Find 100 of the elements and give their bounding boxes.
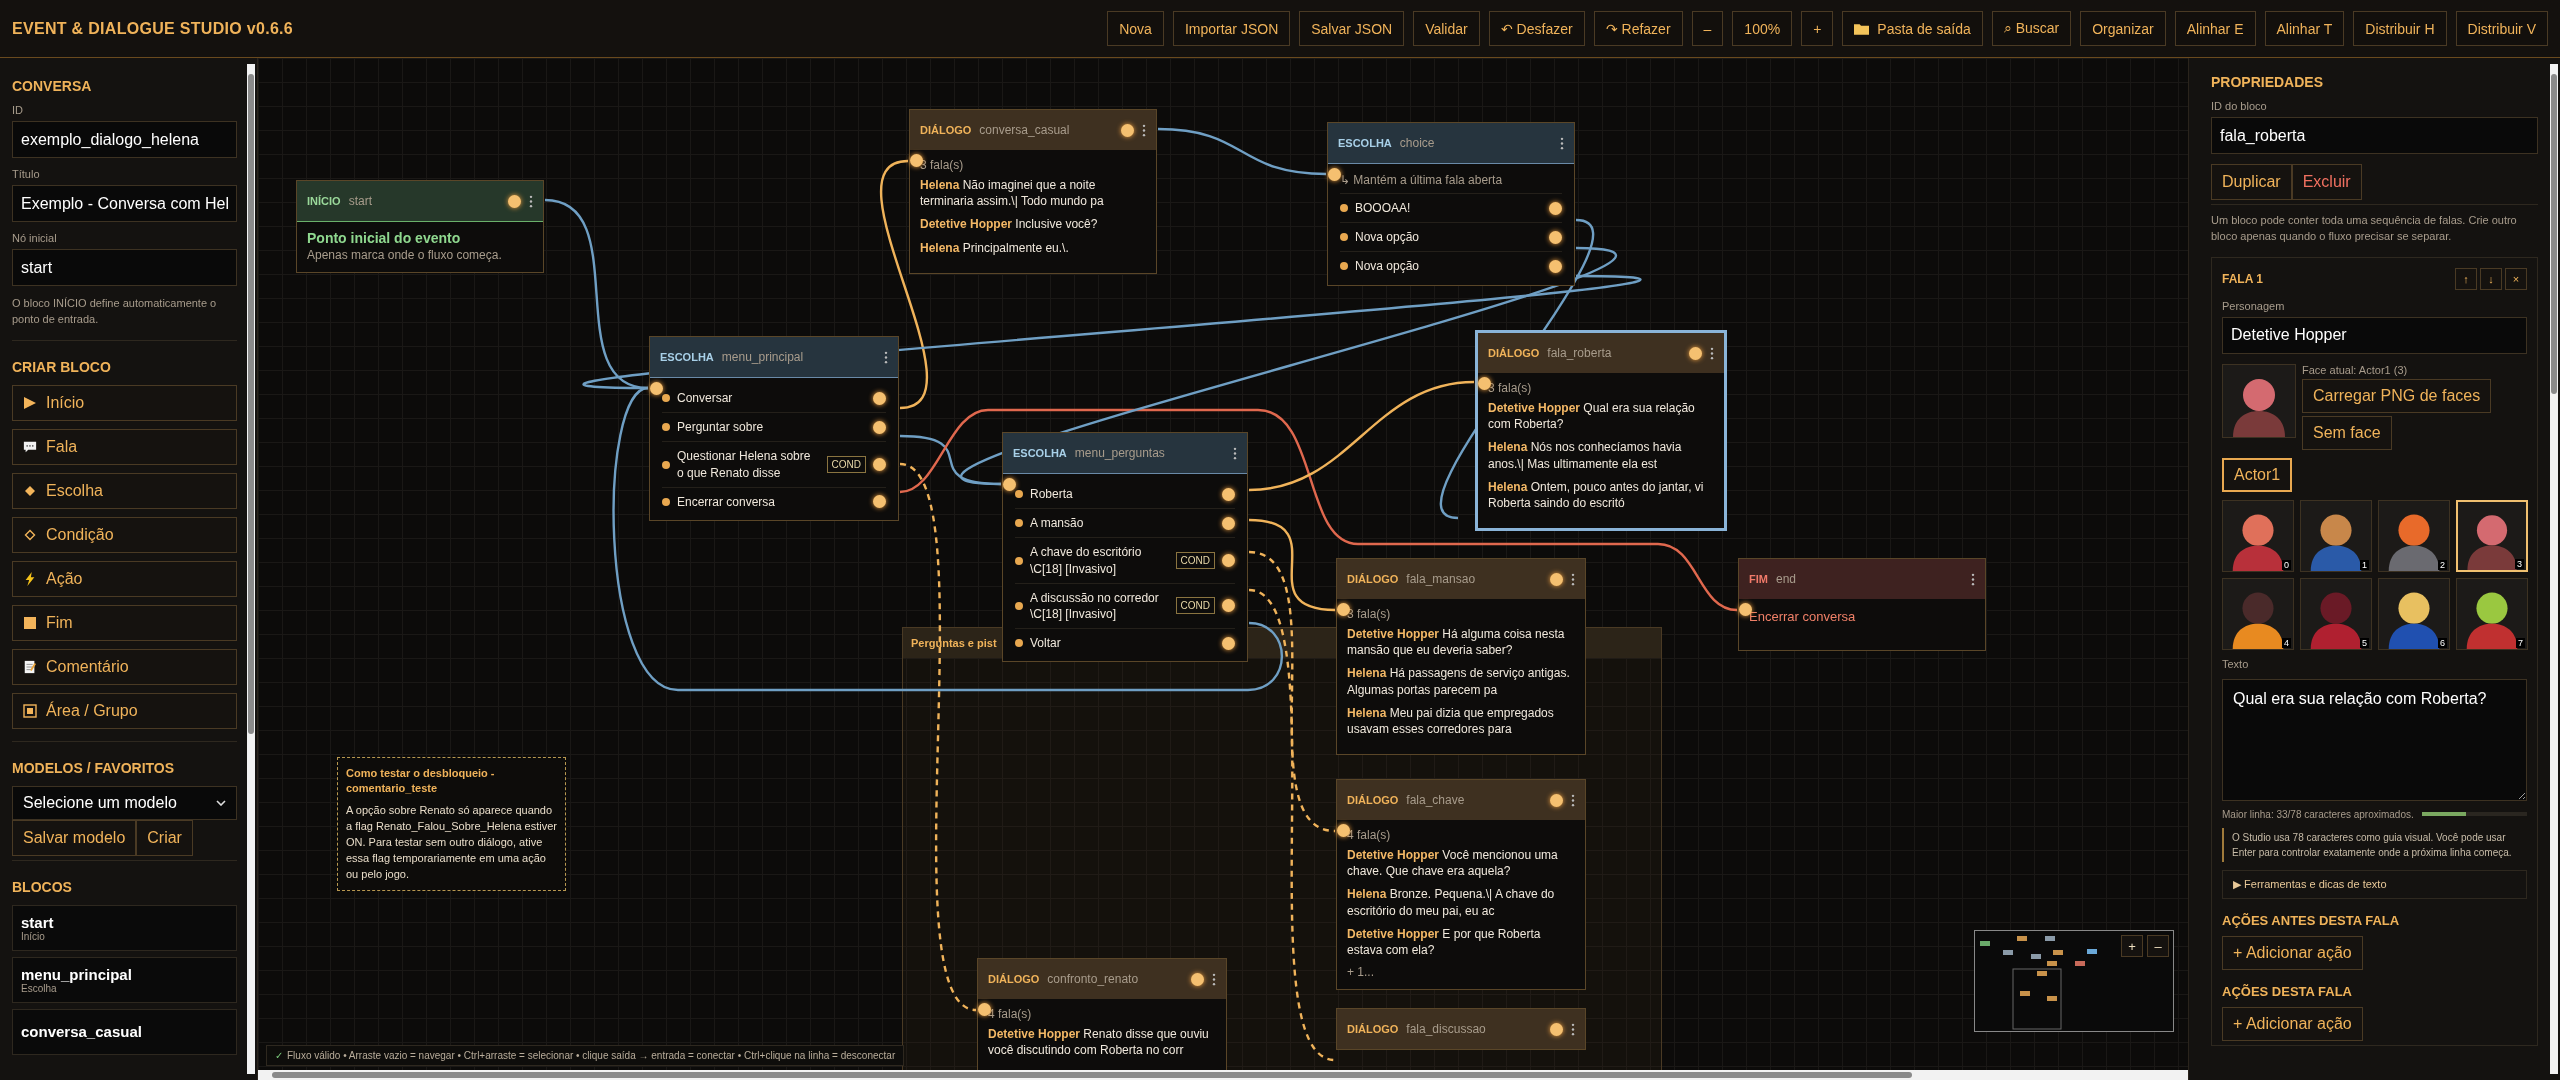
face-button[interactable]: Sem face [2302, 415, 2392, 450]
more-icon[interactable] [529, 194, 533, 208]
face-tile[interactable]: 4 [2222, 577, 2294, 650]
output-port[interactable] [1191, 972, 1204, 986]
node-card[interactable]: DIÁLOGO fala_discussao [1336, 1008, 1586, 1050]
output-port[interactable] [873, 391, 886, 405]
node-card[interactable]: FIM end Encerrar conversa [1738, 558, 1986, 651]
block-list-item[interactable]: menu_principal Escolha [12, 956, 237, 1003]
block-action-button[interactable]: Excluir [2291, 164, 2362, 200]
more-icon[interactable] [1560, 136, 1564, 150]
create-block-button[interactable]: Início [12, 384, 237, 421]
add-action-button[interactable]: + Adicionar ação [2222, 1006, 2363, 1041]
node-card[interactable] [1336, 779, 1586, 991]
connection-line[interactable] [1248, 550, 1336, 833]
toolbar-button[interactable]: Distribuir H [2353, 11, 2447, 46]
more-icon[interactable] [1212, 972, 1216, 986]
add-action-button[interactable]: + Adicionar ação [2222, 935, 2363, 970]
output-port[interactable] [1549, 201, 1562, 215]
create-block-button[interactable]: Escolha [12, 472, 237, 509]
toolbar-button[interactable]: Pasta de saída [1842, 11, 1983, 46]
comment-note[interactable] [337, 757, 566, 892]
create-block-button[interactable]: Fala [12, 428, 237, 465]
toolbar-button[interactable]: – [1691, 11, 1724, 46]
node-card[interactable]: ESCOLHA choice ↳ Mantém a última fala aberta BOOOAA! Nova opção Nova opção [1327, 122, 1575, 286]
more-icon[interactable] [1571, 793, 1575, 807]
output-port[interactable] [1550, 572, 1563, 586]
output-port[interactable] [873, 458, 886, 472]
output-port[interactable] [1550, 1022, 1563, 1036]
connection-line[interactable] [1248, 588, 1336, 1062]
node-card[interactable]: INÍCIO start Ponto inicial do evento Apenas marca onde o fluxo começa. [296, 180, 544, 273]
output-port[interactable] [873, 420, 886, 434]
model-button[interactable]: Salvar modelo [12, 819, 137, 856]
block-list-item[interactable]: start Início [12, 904, 237, 951]
output-port[interactable] [1222, 599, 1235, 613]
face-tile[interactable]: 0 [2222, 499, 2294, 572]
block-list-item[interactable]: conversa_casual [12, 1008, 237, 1055]
more-icon[interactable] [1233, 446, 1237, 460]
output-port[interactable] [873, 495, 886, 509]
input-port[interactable] [1739, 603, 1752, 616]
more-icon[interactable] [1142, 123, 1146, 137]
connection-line[interactable] [899, 462, 977, 1012]
output-port[interactable] [1549, 230, 1562, 244]
input-port[interactable] [1003, 478, 1016, 491]
zoom-button[interactable]: – [2147, 935, 2169, 957]
toolbar-button[interactable]: Salvar JSON [1299, 11, 1405, 46]
block-action-button[interactable]: Duplicar [2211, 164, 2292, 200]
node-card[interactable] [1475, 330, 1727, 532]
minimap[interactable]: + – [1974, 930, 2174, 1032]
model-button[interactable]: Criar [136, 819, 193, 856]
more-icon[interactable] [1571, 572, 1575, 586]
vertical-scrollbar[interactable] [2550, 64, 2558, 1074]
line-control-button[interactable]: × [2505, 267, 2527, 290]
toolbar-button[interactable]: Importar JSON [1172, 11, 1291, 46]
toolbar-button[interactable]: ⌕ Buscar [1991, 11, 2072, 46]
output-port[interactable] [1222, 516, 1235, 530]
model-select[interactable]: Selecione um modelo [12, 785, 237, 820]
create-block-button[interactable]: Ação [12, 560, 237, 597]
toolbar-button[interactable]: ↶ Desfazer [1488, 11, 1585, 46]
face-tile[interactable]: 6 [2378, 577, 2450, 650]
text-field[interactable]: Exemplo - Conversa com Hel [12, 185, 237, 222]
text-field[interactable]: exemplo_dialogo_helena [12, 121, 237, 158]
output-port[interactable] [1689, 346, 1702, 360]
character-field[interactable]: Detetive Hopper [2222, 316, 2527, 354]
node-card[interactable]: ESCOLHA menu_principal Conversar Perguntar sobre Questionar Helena sobre o que Renato disse COND Encerrar conversa [649, 336, 899, 521]
face-tile[interactable]: 5 [2300, 577, 2372, 650]
create-block-button[interactable]: Área / Grupo [12, 692, 237, 729]
face-button[interactable]: Carregar PNG de faces [2302, 378, 2492, 413]
output-port[interactable] [1222, 487, 1235, 501]
create-block-button[interactable]: Condição [12, 516, 237, 553]
connection-line[interactable] [1248, 380, 1475, 492]
face-tile[interactable]: 3 [2456, 499, 2528, 572]
node-canvas[interactable] [258, 58, 2188, 1080]
face-tile[interactable]: 7 [2456, 577, 2528, 650]
toolbar-button[interactable]: Distribuir V [2455, 11, 2548, 46]
output-port[interactable] [1222, 554, 1235, 568]
text-field[interactable]: start [12, 249, 237, 286]
toolbar-button[interactable]: Alinhar T [2264, 11, 2345, 46]
face-tile[interactable]: 1 [2300, 499, 2372, 572]
zoom-button[interactable]: + [2121, 935, 2143, 957]
toolbar-button[interactable]: Alinhar E [2174, 11, 2256, 46]
vertical-scrollbar[interactable] [247, 64, 255, 1074]
toolbar-button[interactable]: Organizar [2080, 11, 2166, 46]
text-tools-toggle[interactable]: ▶ Ferramentas e dicas de texto [2222, 869, 2527, 899]
toolbar-button[interactable]: 100% [1732, 11, 1793, 46]
output-port[interactable] [508, 194, 521, 208]
toolbar-button[interactable]: ↷ Refazer [1593, 11, 1683, 46]
minimap-viewport[interactable] [2012, 968, 2062, 1030]
toolbar-button[interactable]: Validar [1413, 11, 1480, 46]
toolbar-button[interactable]: + [1801, 11, 1834, 46]
more-icon[interactable] [1571, 1022, 1575, 1036]
connection-line[interactable] [612, 386, 1283, 692]
line-control-button[interactable]: ↑ [2455, 267, 2477, 290]
line-text-area[interactable]: Qual era sua relação com Roberta? [2222, 678, 2527, 801]
connection-line[interactable] [1157, 127, 1327, 176]
more-icon[interactable] [1971, 572, 1975, 586]
more-icon[interactable] [1710, 346, 1714, 360]
output-port[interactable] [1549, 259, 1562, 273]
connection-line[interactable] [1248, 518, 1336, 612]
node-card[interactable] [1336, 558, 1586, 756]
face-tile[interactable]: 2 [2378, 499, 2450, 572]
